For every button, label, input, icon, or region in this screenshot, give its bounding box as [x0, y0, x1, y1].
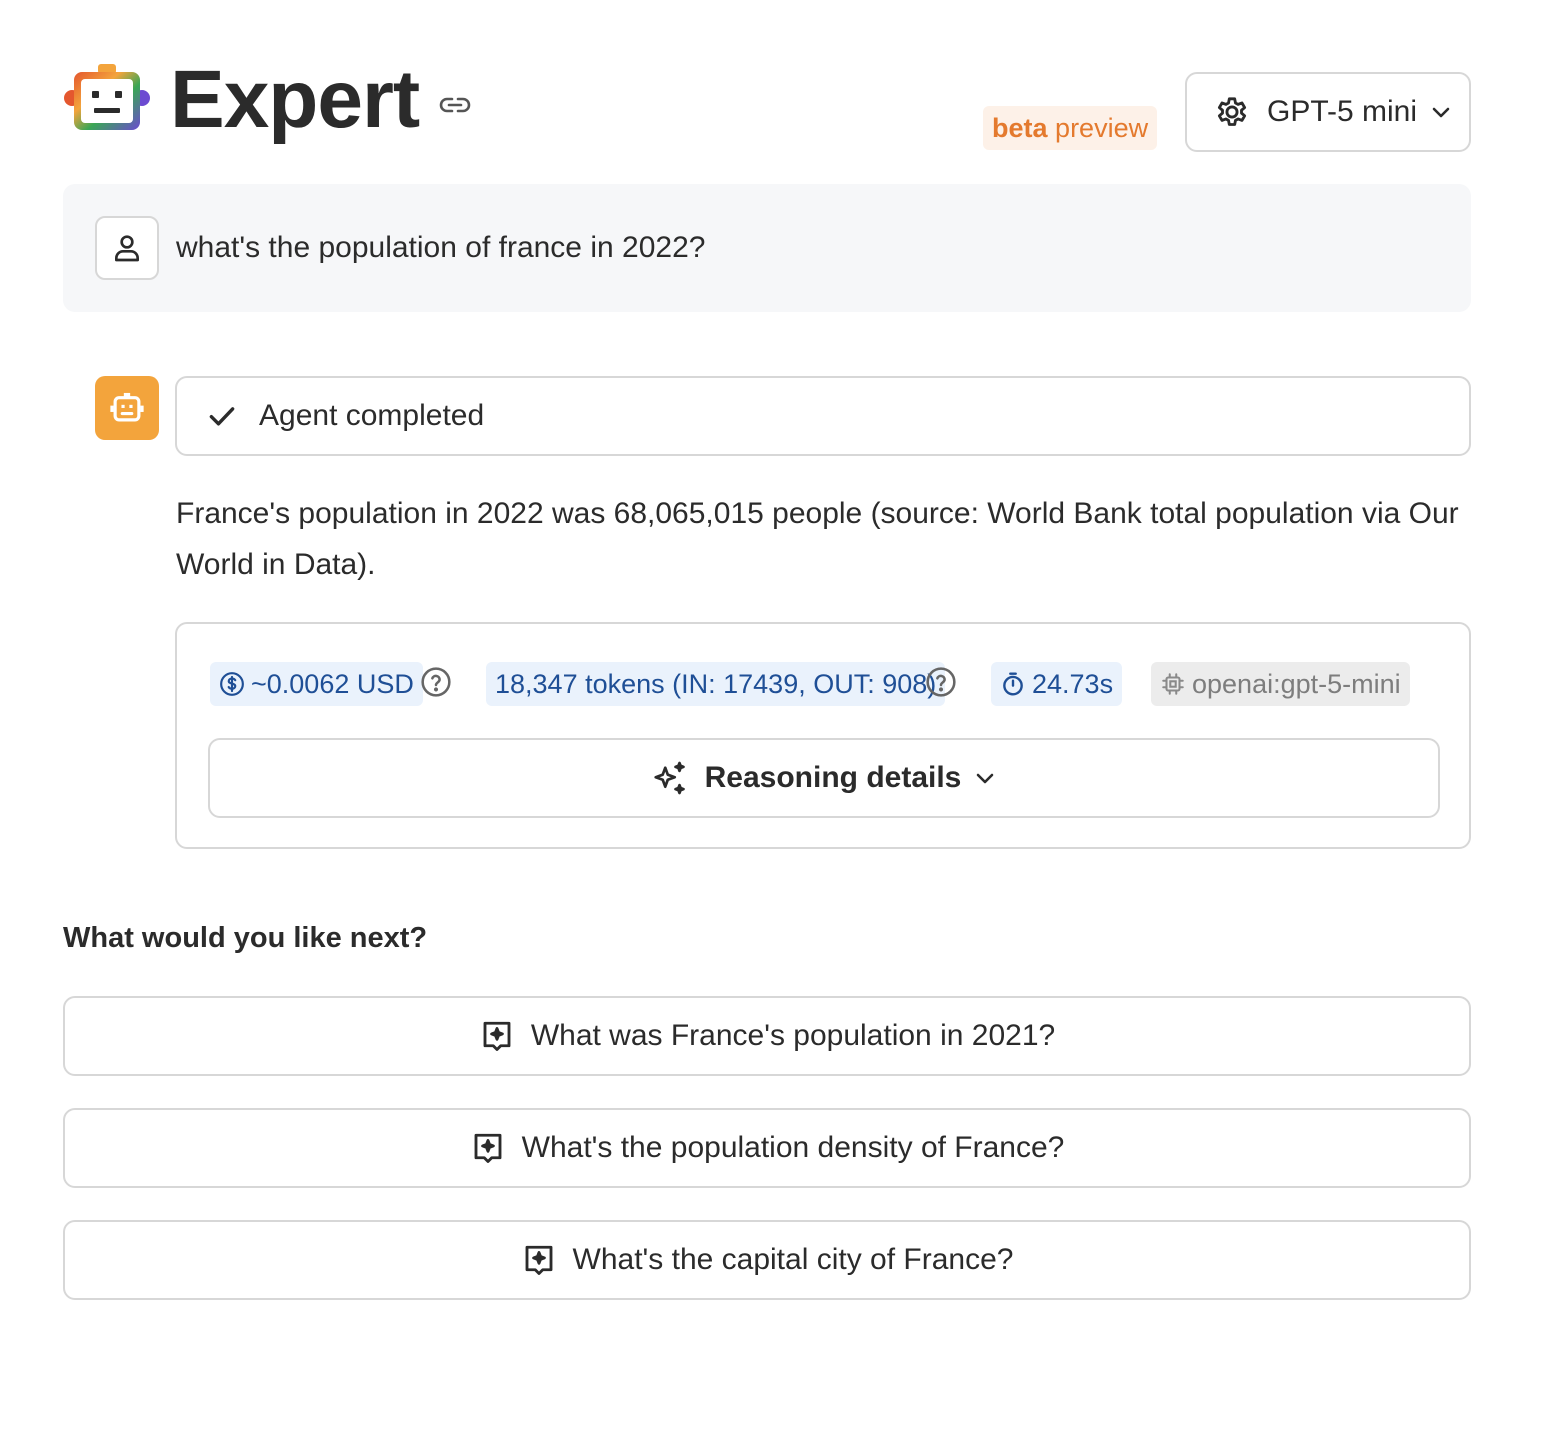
reasoning-details-label: Reasoning details: [704, 761, 962, 794]
agent-status-toggle[interactable]: Agent completed: [175, 376, 1471, 456]
user-avatar: [95, 216, 159, 280]
model-id-badge: openai:gpt-5-mini: [1151, 662, 1410, 706]
suggestion-button[interactable]: What was France's population in 2021?: [63, 996, 1471, 1076]
suggestion-button[interactable]: What's the capital city of France?: [63, 1220, 1471, 1300]
agent-avatar: [95, 376, 159, 440]
preview-word: preview: [1055, 113, 1149, 143]
beta-preview-badge: beta preview: [983, 106, 1158, 150]
check-icon: [209, 407, 235, 426]
user-icon: [115, 235, 139, 262]
gear-icon: [1217, 97, 1247, 126]
tokens-badge: 18,347 tokens (IN: 17439, OUT: 908): [486, 662, 946, 706]
cost-badge: ~0.0062 USD: [210, 662, 423, 706]
response-metadata-panel: ~0.0062 USD 18,347 tokens (IN: 17439, OU…: [175, 622, 1471, 849]
timer-icon: [1003, 672, 1023, 696]
model-id-value: openai:gpt-5-mini: [1192, 668, 1401, 699]
duration-badge: 24.73s: [991, 662, 1123, 706]
chevron-down-icon: [977, 773, 994, 784]
chip-icon: [1162, 673, 1184, 695]
model-selector-button[interactable]: GPT-5 mini: [1185, 72, 1471, 152]
next-heading: What would you like next?: [63, 922, 428, 954]
suggestion-label: What's the population density of France?: [521, 1131, 1065, 1164]
agent-status-label: Agent completed: [259, 399, 485, 432]
agent-answer-text: France's population in 2022 was 68,065,0…: [176, 497, 1459, 581]
user-message: what's the population of france in 2022?: [63, 184, 1471, 312]
dollar-icon: [220, 672, 244, 696]
user-message-text: what's the population of france in 2022?: [176, 231, 706, 264]
duration-value: 24.73s: [1032, 668, 1114, 699]
suggestion-button[interactable]: What's the population density of France?: [63, 1108, 1471, 1188]
model-selector-label: GPT-5 mini: [1267, 95, 1418, 128]
robot-icon: [110, 392, 144, 422]
suggestion-label: What's the capital city of France?: [572, 1243, 1014, 1276]
cost-help-icon[interactable]: [420, 666, 452, 698]
sparkles-icon: [654, 761, 685, 795]
suggestion-label: What was France's population in 2021?: [530, 1019, 1056, 1052]
expert-logo-icon: [64, 64, 150, 130]
beta-word: beta: [992, 113, 1048, 143]
tokens-value: 18,347 tokens (IN: 17439, OUT: 908): [495, 668, 937, 699]
message-sparkle-icon: [525, 1245, 552, 1275]
tokens-help-icon[interactable]: [925, 666, 957, 698]
link-icon[interactable]: [438, 92, 472, 118]
message-sparkle-icon: [474, 1133, 502, 1163]
reasoning-details-button[interactable]: Reasoning details: [208, 738, 1440, 818]
chevron-down-icon: [1432, 107, 1450, 118]
message-sparkle-icon: [483, 1021, 511, 1051]
cost-value: ~0.0062 USD: [251, 668, 414, 699]
page-title: Expert: [170, 54, 420, 145]
